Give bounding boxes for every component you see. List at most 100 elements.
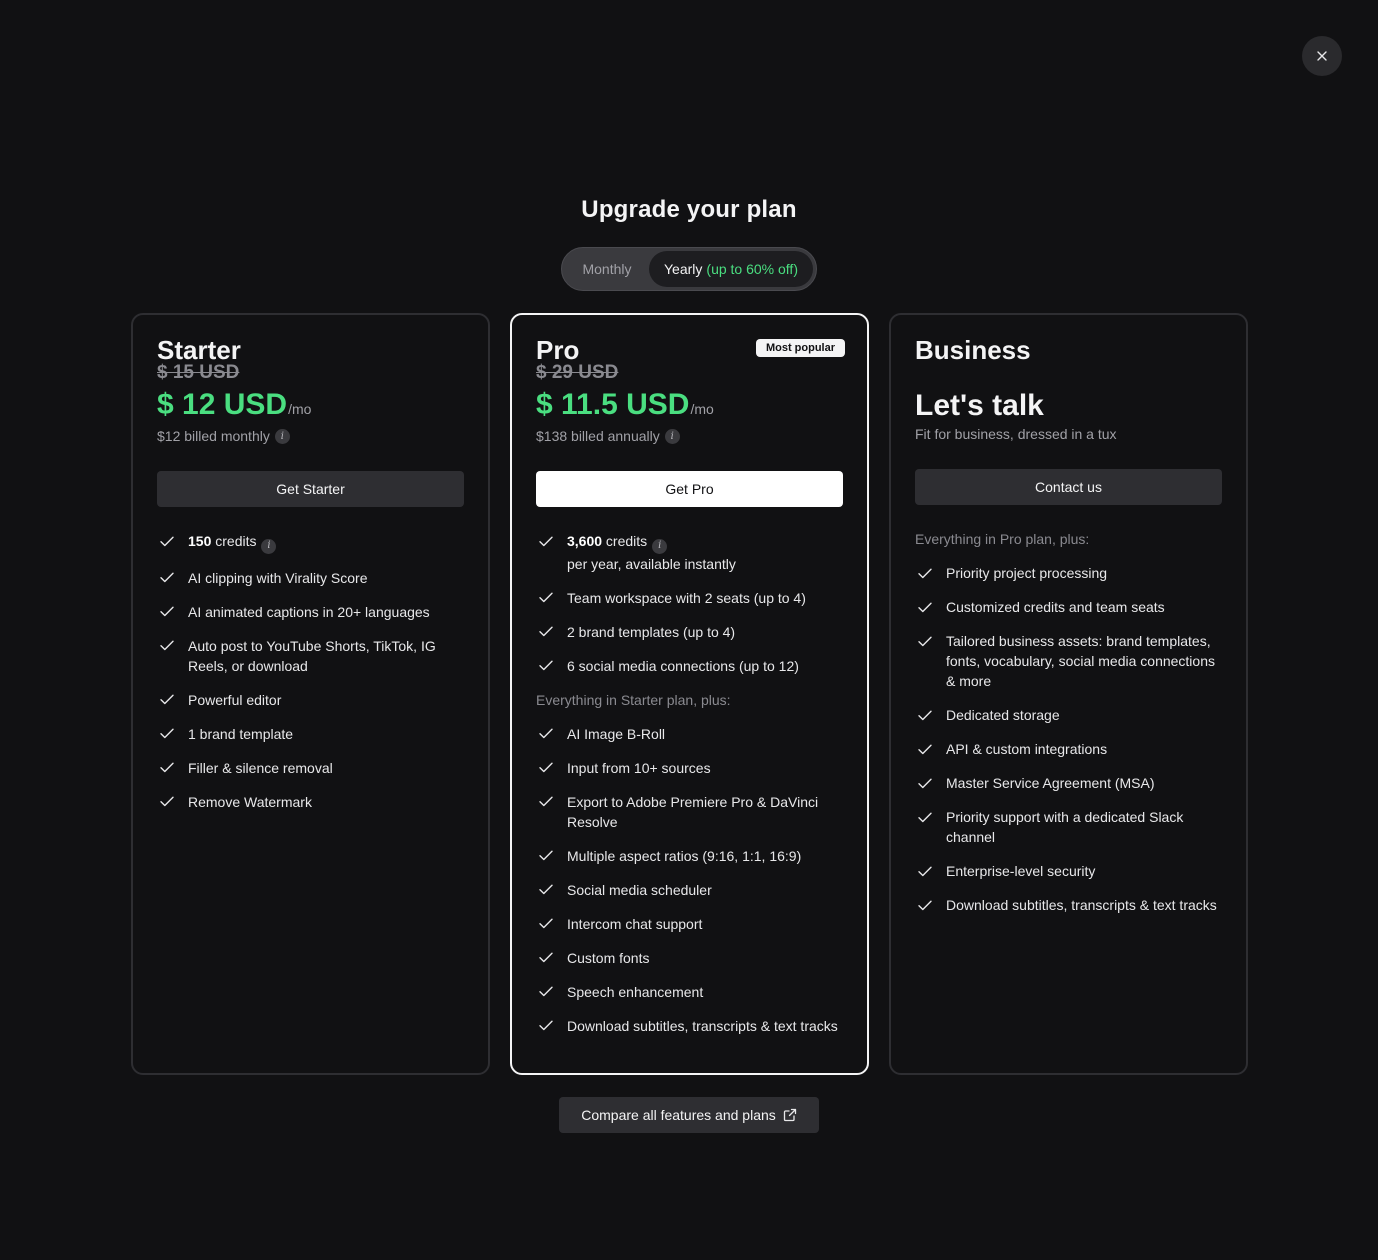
price-row: $ 12 USD /mo xyxy=(157,389,464,425)
feature-text: API & custom integrations xyxy=(946,739,1222,759)
close-button[interactable] xyxy=(1302,36,1342,76)
feature-count: 3,600 xyxy=(567,533,603,549)
price: $ 12 USD xyxy=(157,388,288,421)
feature-label: Speech enhancement xyxy=(567,983,704,1000)
check-icon xyxy=(536,622,556,642)
contact-us-button[interactable]: Contact us xyxy=(915,469,1222,505)
feature-item: AI animated captions in 20+ languages xyxy=(157,602,464,622)
get-starter-button[interactable]: Get Starter xyxy=(157,471,464,507)
feature-item: AI Image B-Roll xyxy=(536,724,843,744)
check-icon xyxy=(157,724,177,744)
feature-text: AI clipping with Virality Score xyxy=(188,568,464,588)
feature-item: Priority support with a dedicated Slack … xyxy=(915,807,1222,847)
plan-name: Starter xyxy=(157,335,241,365)
toggle-monthly[interactable]: Monthly xyxy=(565,251,649,287)
feature-label: Dedicated storage xyxy=(946,707,1060,723)
billing-note-text: $138 billed annually xyxy=(536,428,660,444)
yearly-discount-label: (up to 60% off) xyxy=(706,261,798,277)
feature-text: Priority project processing xyxy=(946,563,1222,583)
plan-name: Business xyxy=(915,335,1031,365)
feature-item: Powerful editor xyxy=(157,690,464,710)
feature-label: Priority project processing xyxy=(946,565,1108,581)
feature-label: Download subtitles, transcripts & text t… xyxy=(567,1017,838,1034)
feature-item: Enterprise-level security xyxy=(915,861,1222,881)
feature-text: Priority support with a dedicated Slack … xyxy=(946,807,1222,847)
compare-plans-button[interactable]: Compare all features and plans xyxy=(559,1097,819,1133)
billing-note: $138 billed annually i xyxy=(536,425,843,447)
check-icon xyxy=(536,531,556,551)
check-icon xyxy=(157,531,177,551)
feature-text: Multiple aspect ratios (9:16, 1:1, 16:9) xyxy=(567,846,843,866)
check-icon xyxy=(536,656,556,676)
feature-label: 2 brand templates (up to 4) xyxy=(567,623,736,640)
toggle-yearly-label: Yearly xyxy=(664,261,703,277)
check-icon xyxy=(157,636,177,656)
check-icon xyxy=(536,792,556,812)
feature-text: 2 brand templates (up to 4) xyxy=(567,622,843,642)
feature-label: credits xyxy=(602,533,648,549)
feature-label: Filler & silence removal xyxy=(188,759,333,776)
check-icon xyxy=(915,631,935,651)
check-icon xyxy=(157,792,177,812)
feature-text: Tailored business assets: brand template… xyxy=(946,631,1222,691)
feature-text: Master Service Agreement (MSA) xyxy=(946,773,1222,793)
check-icon xyxy=(915,739,935,759)
feature-item: Dedicated storage xyxy=(915,705,1222,725)
feature-item: Download subtitles, transcripts & text t… xyxy=(536,1016,843,1036)
check-icon xyxy=(536,914,556,934)
business-tagline: Fit for business, dressed in a tux xyxy=(915,426,1117,442)
check-icon xyxy=(536,880,556,900)
get-pro-button[interactable]: Get Pro xyxy=(536,471,843,507)
info-icon[interactable]: i xyxy=(274,428,290,444)
check-icon xyxy=(915,705,935,725)
feature-label: credits xyxy=(211,533,257,549)
feature-item: Team workspace with 2 seats (up to 4) xyxy=(536,588,843,608)
feature-item: Filler & silence removal xyxy=(157,758,464,778)
feature-label: Auto post to YouTube Shorts, TikTok, IG … xyxy=(188,637,436,674)
check-icon xyxy=(536,982,556,1002)
feature-item: API & custom integrations xyxy=(915,739,1222,759)
feature-text: AI Image B-Roll xyxy=(567,724,843,744)
feature-label: Team workspace with 2 seats (up to 4) xyxy=(567,589,806,606)
feature-item: Social media scheduler xyxy=(536,880,843,900)
billing-period-toggle[interactable]: Monthly Yearly (up to 60% off) xyxy=(561,247,817,291)
feature-item: Remove Watermark xyxy=(157,792,464,812)
price-period: /mo xyxy=(690,401,714,417)
info-icon[interactable]: i xyxy=(261,538,277,554)
old-price: $ 29 USD xyxy=(536,362,619,383)
feature-item: 3,600 credits i per year, available instan… xyxy=(536,531,843,574)
feature-label: Tailored business assets: brand template… xyxy=(946,633,1215,689)
plan-card-pro: Most popular Pro $ 29 USD $ 11.5 USD /mo… xyxy=(510,313,869,1075)
feature-text: Dedicated storage xyxy=(946,705,1222,725)
feature-label: Download subtitles, transcripts & text t… xyxy=(946,897,1217,913)
feature-text: Filler & silence removal xyxy=(188,758,464,778)
feature-item: Auto post to YouTube Shorts, TikTok, IG … xyxy=(157,636,464,676)
feature-label: Social media scheduler xyxy=(567,881,712,898)
feature-text: Powerful editor xyxy=(188,690,464,710)
feature-item: Master Service Agreement (MSA) xyxy=(915,773,1222,793)
feature-subtext: per year, available instantly xyxy=(567,555,736,572)
most-popular-badge: Most popular xyxy=(755,339,845,357)
check-icon xyxy=(915,773,935,793)
info-icon[interactable]: i xyxy=(664,428,680,444)
feature-label: 1 brand template xyxy=(188,725,294,742)
check-icon xyxy=(536,588,556,608)
check-icon xyxy=(157,602,177,622)
feature-label: Remove Watermark xyxy=(188,793,312,810)
feature-text: 3,600 credits i per year, available instan… xyxy=(567,531,843,574)
check-icon xyxy=(157,690,177,710)
feature-text: 1 brand template xyxy=(188,724,464,744)
feature-item: Export to Adobe Premiere Pro & DaVinci R… xyxy=(536,792,843,832)
feature-item: Customized credits and team seats xyxy=(915,597,1222,617)
check-icon xyxy=(915,895,935,915)
feature-list: AI Image B-Roll Input from 10+ sources Exp… xyxy=(536,724,843,1036)
feature-text: Enterprise-level security xyxy=(946,861,1222,881)
feature-text: 6 social media connections (up to 12) xyxy=(567,656,843,676)
business-headline: Let's talk xyxy=(915,389,1044,422)
feature-text: Download subtitles, transcripts & text t… xyxy=(946,895,1222,915)
feature-label: 6 social media connections (up to 12) xyxy=(567,657,799,674)
info-icon[interactable]: i xyxy=(652,538,668,554)
toggle-yearly[interactable]: Yearly (up to 60% off) xyxy=(649,251,813,287)
feature-text: Customized credits and team seats xyxy=(946,597,1222,617)
feature-label: Powerful editor xyxy=(188,691,282,708)
